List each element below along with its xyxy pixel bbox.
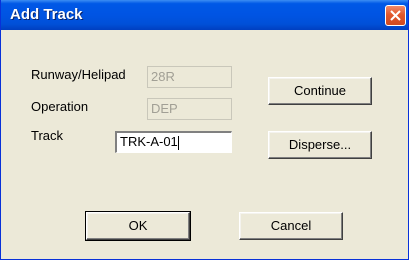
dialog-title: Add Track — [10, 6, 83, 23]
title-bar[interactable]: Add Track — [1, 0, 408, 30]
close-button[interactable] — [385, 5, 406, 26]
operation-value: DEP — [151, 101, 178, 116]
track-value: TRK-A-01 — [120, 134, 178, 149]
continue-button[interactable]: Continue — [268, 77, 372, 105]
disperse-button[interactable]: Disperse... — [268, 131, 372, 159]
operation-field: DEP — [147, 98, 232, 120]
track-input[interactable]: TRK-A-01 — [115, 131, 232, 153]
operation-label: Operation — [31, 99, 89, 114]
ok-button[interactable]: OK — [85, 211, 191, 241]
cancel-button[interactable]: Cancel — [239, 212, 343, 240]
runway-label: Runway/Helipad — [31, 67, 126, 82]
runway-value: 28R — [151, 69, 175, 84]
text-caret — [177, 135, 179, 150]
add-track-dialog: Add Track Runway/Helipad 28R Operation D… — [0, 0, 409, 260]
track-label: Track — [31, 128, 64, 143]
close-x-icon — [390, 10, 401, 21]
runway-field: 28R — [147, 66, 232, 88]
